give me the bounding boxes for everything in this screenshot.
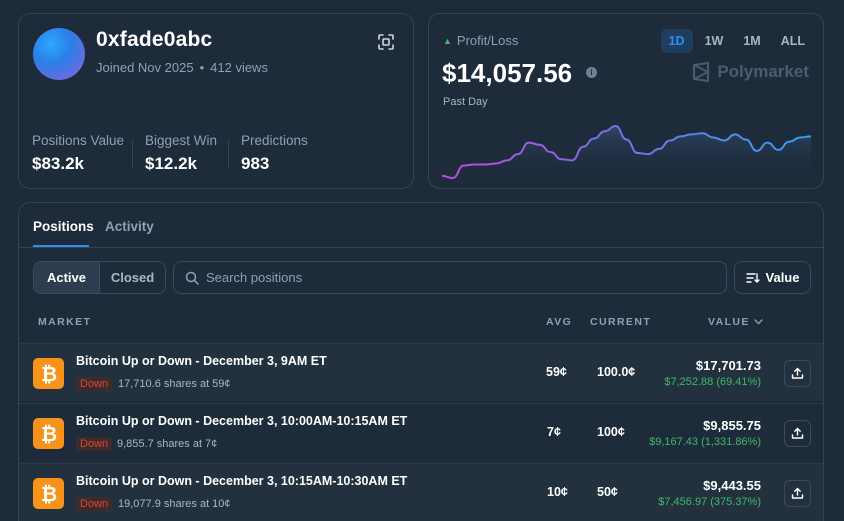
market-title[interactable]: Bitcoin Up or Down - December 3, 10:15AM… — [76, 474, 407, 488]
profit-loss-card: ▲ Profit/Loss $14,057.56 i Past Day 1D 1W… — [428, 13, 824, 189]
table-row[interactable]: ₿ Bitcoin Up or Down - December 3, 10:15… — [19, 463, 823, 521]
position-value: $9,443.55 — [703, 478, 761, 493]
table-row[interactable]: ₿ Bitcoin Up or Down - December 3, 9AM E… — [19, 343, 823, 401]
positions-card: Positions Activity Active Closed Value M… — [18, 202, 824, 521]
position-value: $17,701.73 — [695, 358, 761, 373]
stat-value: $83.2k — [32, 154, 84, 173]
tab-activity[interactable]: Activity — [105, 219, 154, 234]
profit-loss-value: $14,057.56 — [442, 58, 573, 88]
separator-dot: • — [199, 60, 205, 75]
column-header-value-label: VALUE — [708, 316, 750, 328]
share-icon — [791, 367, 804, 379]
profit-loss-sparkline — [442, 124, 811, 182]
period-label: Past Day — [443, 96, 488, 108]
timeframe-1m-button[interactable]: 1M — [735, 29, 768, 53]
sort-label: Value — [765, 270, 800, 285]
avg-price: 7¢ — [547, 425, 561, 439]
polymarket-logo-icon — [693, 62, 710, 82]
sparkline-area — [442, 126, 811, 182]
stat-label: Predictions — [241, 133, 308, 148]
svg-text:₿: ₿ — [40, 364, 56, 385]
stat-label: Biggest Win — [145, 133, 218, 148]
joined-date: Joined Nov 2025 — [96, 60, 194, 75]
active-tab-indicator — [33, 245, 89, 247]
profit-loss-label: ▲ Profit/Loss — [443, 33, 518, 48]
filter-closed-button[interactable]: Closed — [100, 262, 165, 293]
shares-info: 9,855.7 shares at 7¢ — [117, 438, 218, 450]
position-pnl: $7,252.88 (69.41%) — [664, 376, 761, 388]
shares-info: 17,710.6 shares at 59¢ — [118, 378, 231, 390]
share-button[interactable] — [784, 360, 811, 387]
search-box — [173, 261, 727, 294]
stat-divider — [132, 140, 133, 168]
bitcoin-icon: ₿ — [33, 418, 64, 449]
status-filter: Active Closed — [33, 261, 166, 294]
username: 0xfade0abc — [96, 28, 213, 51]
column-header-current[interactable]: CURRENT — [590, 316, 651, 328]
svg-text:₿: ₿ — [40, 484, 56, 505]
timeframe-all-button[interactable]: ALL — [773, 29, 813, 53]
tab-bar: Positions Activity — [19, 203, 823, 248]
triangle-up-icon: ▲ — [443, 36, 452, 46]
timeframe-1d-button[interactable]: 1D — [660, 29, 693, 53]
stat-positions-value: Positions Value $83.2k — [32, 133, 124, 174]
position-pnl: $7,456.97 (375.37%) — [658, 496, 761, 508]
market-title[interactable]: Bitcoin Up or Down - December 3, 10:00AM… — [76, 414, 407, 428]
profile-meta: Joined Nov 2025 • 412 views — [96, 60, 268, 75]
column-header-market: MARKET — [38, 316, 92, 328]
info-icon[interactable]: i — [586, 67, 597, 78]
view-count: 412 views — [210, 60, 268, 75]
sort-icon — [745, 272, 760, 283]
avg-price: 59¢ — [546, 365, 567, 379]
profile-card: 0xfade0abc Joined Nov 2025 • 412 views Pos… — [18, 13, 414, 189]
tab-positions[interactable]: Positions — [33, 219, 94, 234]
avg-price: 10¢ — [547, 485, 568, 499]
timeframe-selector: 1D 1W 1M ALL — [660, 29, 813, 53]
chevron-down-icon — [754, 319, 763, 325]
search-input[interactable] — [206, 262, 716, 293]
column-header-value[interactable]: VALUE — [708, 316, 763, 328]
current-price: 100.0¢ — [597, 365, 636, 379]
svg-text:₿: ₿ — [40, 424, 56, 445]
sort-by-value-button[interactable]: Value — [734, 261, 811, 294]
timeframe-1w-button[interactable]: 1W — [697, 29, 732, 53]
share-button[interactable] — [784, 480, 811, 507]
position-pnl: $9,167.43 (1,331.86%) — [649, 436, 761, 448]
current-price: 100¢ — [597, 425, 625, 439]
share-icon — [791, 427, 804, 439]
share-button[interactable] — [784, 420, 811, 447]
profit-loss-label-text: Profit/Loss — [456, 33, 519, 48]
share-icon — [791, 487, 804, 499]
position-value: $9,855.75 — [703, 418, 761, 433]
shares-info: 19,077.9 shares at 10¢ — [118, 498, 231, 510]
qr-scan-icon[interactable] — [377, 33, 395, 51]
current-price: 50¢ — [597, 485, 618, 499]
outcome-badge: Down — [76, 497, 113, 511]
bitcoin-icon: ₿ — [33, 358, 64, 389]
stat-biggest-win: Biggest Win $12.2k — [145, 133, 217, 174]
table-row[interactable]: ₿ Bitcoin Up or Down - December 3, 10:00… — [19, 403, 823, 461]
search-icon — [185, 271, 199, 285]
outcome-badge: Down — [76, 437, 113, 451]
stat-label: Positions Value — [32, 133, 125, 148]
polymarket-watermark: Polymarket — [692, 62, 809, 82]
outcome-badge: Down — [76, 377, 113, 391]
bitcoin-icon: ₿ — [33, 478, 64, 509]
avatar[interactable] — [33, 28, 85, 80]
stat-value: 983 — [241, 154, 270, 173]
stat-predictions: Predictions 983 — [241, 133, 308, 174]
brand-name: Polymarket — [717, 62, 809, 81]
stat-divider — [228, 140, 229, 168]
column-header-avg[interactable]: AVG — [546, 316, 572, 328]
stat-value: $12.2k — [145, 154, 197, 173]
filter-active-button[interactable]: Active — [34, 262, 100, 293]
market-title[interactable]: Bitcoin Up or Down - December 3, 9AM ET — [76, 354, 327, 368]
